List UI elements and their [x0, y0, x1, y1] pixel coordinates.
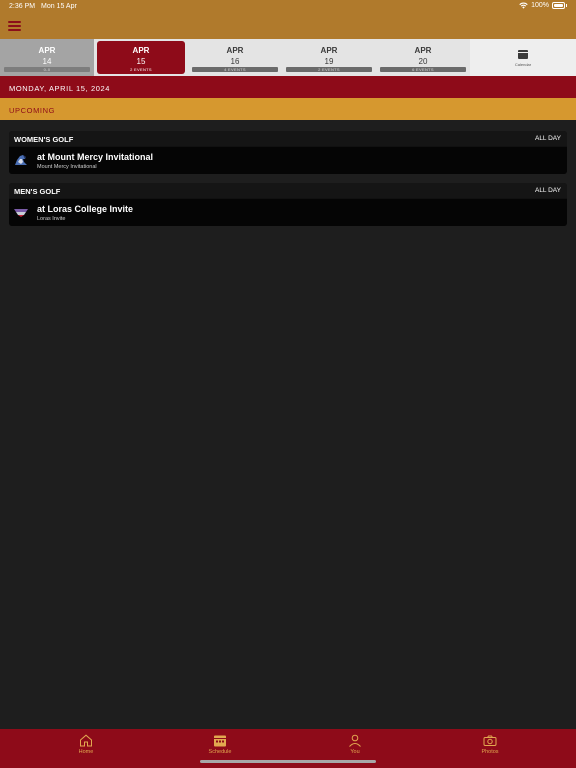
status-date: Mon 15 Apr [41, 3, 77, 10]
mustang-logo-icon [15, 155, 27, 165]
event-row[interactable]: at Mount Mercy Invitational Mount Mercy … [9, 147, 567, 174]
event-subtitle: Loras Invite [37, 216, 66, 222]
tab-label: Schedule [208, 749, 232, 755]
date-cell-apr-20[interactable]: APR 20 6 EVENTS [376, 39, 470, 76]
date-events-count: 2 EVENTS [130, 67, 152, 72]
tab-label: Photos [481, 749, 499, 755]
tab-label: You [350, 749, 360, 755]
date-strip: APR 14 0-0 APR 15 2 EVENTS APR 16 4 EVEN… [0, 39, 576, 76]
date-month: APR [226, 46, 244, 55]
event-subtitle: Mount Mercy Invitational [37, 164, 97, 170]
tab-photos[interactable]: Photos [460, 729, 520, 768]
selected-date-banner: MONDAY, APRIL 15, 2024 [0, 76, 576, 98]
calendar-icon [518, 50, 528, 59]
sport-name: WOMEN'S GOLF [14, 135, 74, 144]
battery-percent: 100% [531, 2, 549, 9]
home-icon [80, 734, 92, 747]
person-icon [349, 734, 361, 747]
hamburger-menu-icon[interactable] [8, 21, 21, 31]
date-events-count: 6 EVENTS [380, 67, 466, 72]
schedule-calendar-icon [214, 735, 226, 747]
date-events-count: 2 EVENTS [286, 67, 372, 72]
event-row[interactable]: at Loras College Invite Loras Invite [9, 199, 567, 226]
duhawk-logo-icon [14, 209, 28, 217]
opponent-name: at Loras College Invite [37, 204, 134, 214]
date-day: 20 [418, 57, 428, 66]
status-indicators: 100% [519, 2, 567, 9]
date-month: APR [414, 46, 432, 55]
tab-label: Home [78, 749, 94, 755]
event-header: WOMEN'S GOLF ALL DAY [9, 131, 567, 146]
event-time: ALL DAY [534, 135, 561, 142]
event-header: MEN'S GOLF ALL DAY [9, 183, 567, 198]
date-day: 19 [324, 57, 334, 66]
camera-icon [483, 735, 497, 746]
date-month: APR [132, 46, 150, 55]
home-indicator[interactable] [200, 760, 376, 763]
date-cell-apr-19[interactable]: APR 19 2 EVENTS [282, 39, 376, 76]
battery-tip [566, 4, 567, 7]
event-time: ALL DAY [534, 187, 561, 194]
event-card: MEN'S GOLF ALL DAY at Loras College Invi… [9, 183, 567, 226]
sport-name: MEN'S GOLF [14, 187, 61, 196]
date-day: 15 [136, 57, 146, 66]
tab-home[interactable]: Home [56, 729, 116, 768]
date-cell-apr-14[interactable]: APR 14 0-0 [0, 39, 94, 76]
app-header: 2:36 PM Mon 15 Apr 100% [0, 0, 576, 39]
date-cell-apr-15[interactable]: APR 15 2 EVENTS [97, 41, 185, 74]
battery-icon [552, 2, 565, 9]
date-cell-apr-16[interactable]: APR 16 4 EVENTS [188, 39, 282, 76]
calendar-label: Calendar [514, 62, 532, 67]
date-day: 16 [230, 57, 240, 66]
date-month: APR [38, 46, 56, 55]
status-time: 2:36 PM [9, 3, 36, 10]
date-day: 14 [42, 57, 52, 66]
date-events-count: 4 EVENTS [192, 67, 278, 72]
event-card: WOMEN'S GOLF ALL DAY at Mount Mercy Invi… [9, 131, 567, 174]
opponent-name: at Mount Mercy Invitational [37, 152, 154, 162]
upcoming-section-header: UPCOMING [0, 98, 576, 120]
calendar-button[interactable]: Calendar [470, 39, 576, 76]
wifi-icon [519, 2, 528, 9]
date-events-count: 0-0 [4, 67, 90, 72]
date-month: APR [320, 46, 338, 55]
